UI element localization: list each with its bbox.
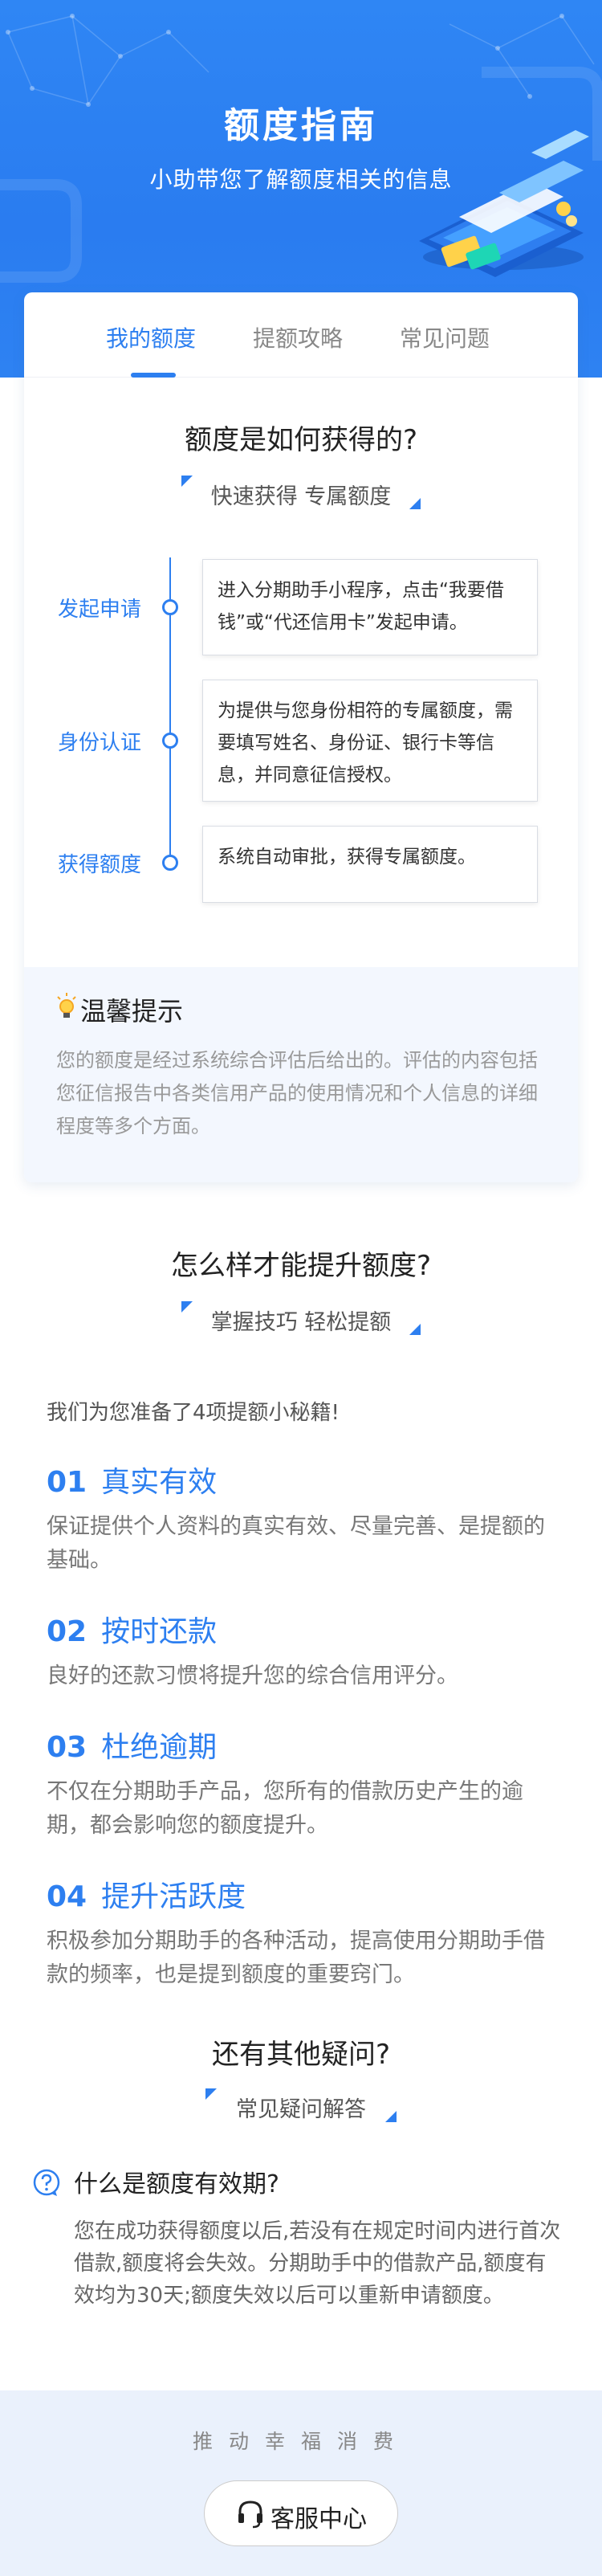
step-box-obtain: 系统自动审批，获得专属额度。 [202, 826, 538, 903]
faq-answer: 您在成功获得额度以后,若没有在规定时间内进行首次借款,额度将会失效。分期助手中的… [74, 2219, 561, 2308]
step-label-apply: 发起申请 [58, 598, 142, 622]
faq-question[interactable]: 什么是额度有效期? [74, 2164, 279, 2199]
corner-decoration [409, 1324, 421, 1335]
section-subtitle-raise-quota: 掌握技巧 轻松提额 [210, 1310, 392, 1335]
active-tab-indicator [131, 373, 176, 378]
tip-item-body: 不仅在分期助手产品，您所有的借款历史产生的逾期，都会影响您的额度提升。 [47, 1779, 523, 1838]
section-subtitle-faq: 常见疑问解答 [236, 2097, 366, 2122]
tip-number: 04 [47, 1880, 87, 1913]
tip-item-body: 保证提供个人资料的真实有效、尽量完善、是提额的基础。 [47, 1514, 545, 1573]
tips-intro-text: 我们为您准备了4项提额小秘籍! [47, 1401, 340, 1425]
step-label-obtain: 获得额度 [58, 853, 142, 877]
tip-number: 03 [47, 1731, 87, 1764]
warm-tip-panel: 温馨提示 您的额度是经过系统综合评估后给出的。评估的内容包括您征信报告中各类信用… [24, 967, 578, 1182]
corner-decoration [385, 2111, 397, 2122]
tip-item-body: 良好的还款习惯将提升您的综合信用评分。 [47, 1664, 458, 1688]
section-title-how-obtained: 额度是如何获得的? [184, 424, 418, 456]
tip-title: 提升活跃度 [101, 1880, 246, 1913]
section-subtitle-how-obtained: 快速获得 专属额度 [210, 484, 392, 509]
tip-item-body: 积极参加分期助手的各种活动，提高使用分期助手借款的频率，也是提到额度的重要窍门。 [47, 1929, 545, 1987]
tip-item-heading: 03 杜绝逾期 [47, 1724, 217, 1766]
timeline-dot [162, 855, 178, 871]
footer: 推动幸福消费 客服中心 [0, 2390, 602, 2576]
tab-faq[interactable]: 常见问题 [400, 321, 490, 353]
tab-quota-strategy[interactable]: 提额攻略 [253, 321, 343, 353]
page: 额度指南 小助带您了解额度相关的信息 我的额度 提额攻略 常见问题 额度是如何获… [0, 0, 602, 2576]
tip-item-heading: 02 按时还款 [47, 1608, 217, 1650]
tip-item-heading: 01 真实有效 [47, 1459, 217, 1500]
question-icon [33, 2169, 60, 2196]
tab-bar: 我的额度 提额攻略 常见问题 [24, 292, 578, 378]
tip-title: 真实有效 [101, 1466, 218, 1499]
step-label-verify: 身份认证 [58, 731, 142, 755]
corner-decoration [409, 498, 421, 509]
step-box-apply: 进入分期助手小程序，点击“我要借钱”或“代还信用卡”发起申请。 [202, 559, 538, 655]
section-title-raise-quota: 怎么样才能提升额度? [170, 1250, 432, 1282]
warm-tip-body: 您的额度是经过系统综合评估后给出的。评估的内容包括您征信报告中各类信用产品的使用… [56, 1049, 538, 1137]
tab-my-quota[interactable]: 我的额度 [106, 321, 196, 353]
section-title-other-questions: 还有其他疑问? [211, 2039, 391, 2071]
phone-illustration [419, 130, 589, 277]
warm-tip-title: 温馨提示 [80, 996, 184, 1027]
step-box-verify: 为提供与您身份相符的专属额度，需要填写姓名、身份证、银行卡等信息，并同意征信授权… [202, 680, 538, 802]
headset-icon [238, 2500, 262, 2529]
timeline-dot [162, 733, 178, 749]
customer-service-button[interactable]: 客服中心 [204, 2480, 398, 2546]
footer-slogan: 推动幸福消费 [192, 2430, 409, 2453]
tip-item-heading: 04 提升活跃度 [47, 1873, 246, 1915]
customer-service-label: 客服中心 [270, 2505, 367, 2533]
lightbulb-icon [57, 993, 76, 1018]
timeline-dot [162, 599, 178, 615]
tip-number: 01 [47, 1466, 87, 1499]
tip-number: 02 [47, 1615, 87, 1648]
tip-title: 杜绝逾期 [101, 1731, 218, 1764]
quota-guide-card: 我的额度 提额攻略 常见问题 额度是如何获得的? 快速获得 专属额度 发起申请 … [24, 292, 578, 1182]
tip-title: 按时还款 [101, 1615, 218, 1648]
